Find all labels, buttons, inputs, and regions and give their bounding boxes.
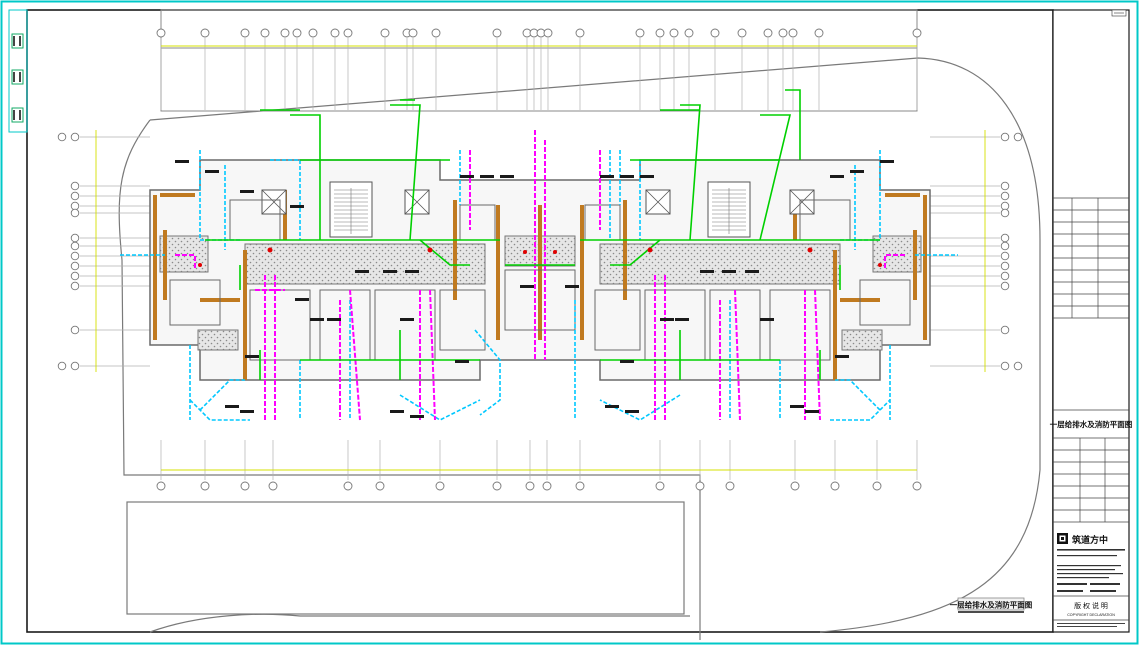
building-floor-plan	[149, 159, 931, 381]
copyright-subtitle: COPYRIGHT DECLARATION	[1067, 613, 1115, 617]
bottom-axis-lines	[156, 440, 922, 491]
sheet-name: 一层给排水及消防平面图	[1050, 419, 1133, 429]
copyright-title: 版 权 说 明	[1074, 601, 1108, 610]
plan-caption: 一层给排水及消防平面图	[950, 597, 1033, 613]
top-axis-lines	[156, 28, 922, 110]
cad-drawing-sheet: 一层给排水及消防平面图 一层给排水及消防平面图 筑道方中 版 权 说 明 COP…	[0, 0, 1139, 645]
title-block: 一层给排水及消防平面图 筑道方中 版 权 说 明 COPYRIGHT DECLA…	[1050, 9, 1133, 633]
company-name: 筑道方中	[1072, 534, 1108, 545]
top-plot-strip	[160, 9, 918, 112]
plan-title: 一层给排水及消防平面图	[950, 600, 1033, 610]
binding-strip	[8, 9, 28, 133]
company-logo	[1057, 533, 1068, 544]
